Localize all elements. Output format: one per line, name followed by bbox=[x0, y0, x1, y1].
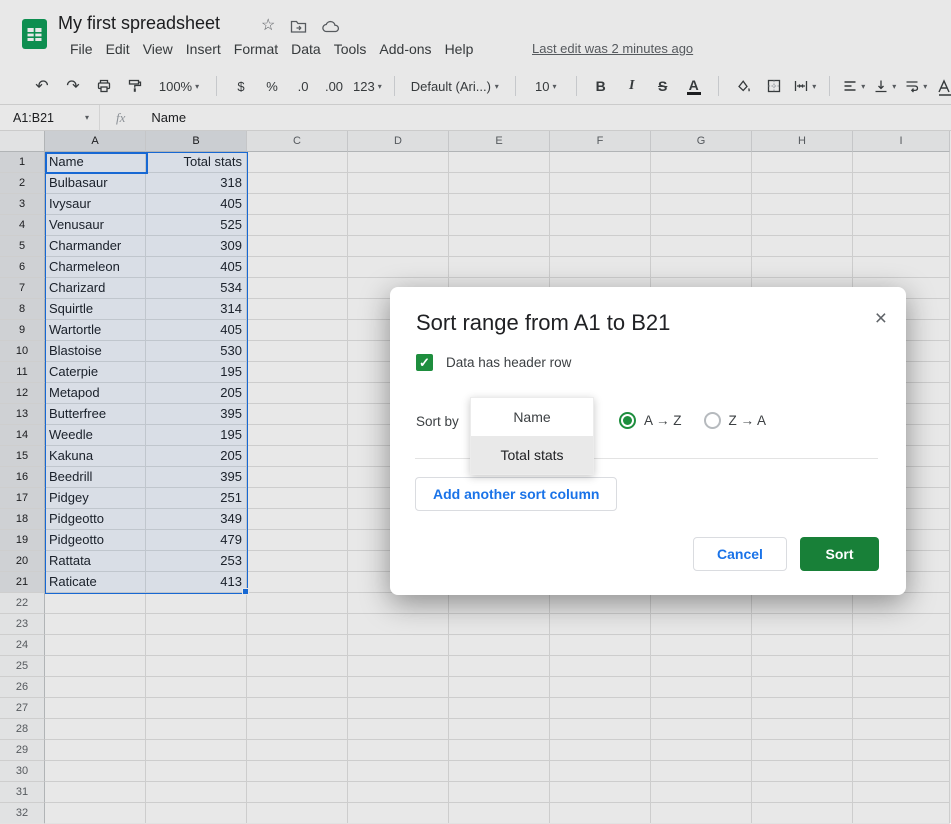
dropdown-option-total-stats[interactable]: Total stats bbox=[471, 436, 593, 474]
sort-by-label: Sort by bbox=[416, 414, 459, 429]
dropdown-option-name[interactable]: Name bbox=[471, 398, 593, 436]
add-sort-column-button[interactable]: Add another sort column bbox=[415, 477, 617, 511]
radio-dot bbox=[623, 416, 632, 425]
dialog-title: Sort range from A1 to B21 bbox=[416, 310, 670, 336]
sort-column-dropdown: Name Total stats bbox=[470, 397, 594, 475]
sort-order-radio-group: A → Z Z → A bbox=[619, 412, 766, 429]
radio-ascending[interactable] bbox=[619, 412, 636, 429]
sort-range-dialog: Sort range from A1 to B21 × ✓ Data has h… bbox=[390, 287, 906, 595]
close-icon[interactable]: × bbox=[875, 307, 887, 331]
radio-descending[interactable] bbox=[704, 412, 721, 429]
header-row-checkbox[interactable]: ✓ bbox=[416, 354, 433, 371]
radio-descending-label: Z → A bbox=[729, 413, 767, 428]
sort-button[interactable]: Sort bbox=[800, 537, 879, 571]
cancel-button[interactable]: Cancel bbox=[693, 537, 787, 571]
radio-ascending-label: A → Z bbox=[644, 413, 682, 428]
header-row-checkbox-label: Data has header row bbox=[446, 355, 571, 370]
